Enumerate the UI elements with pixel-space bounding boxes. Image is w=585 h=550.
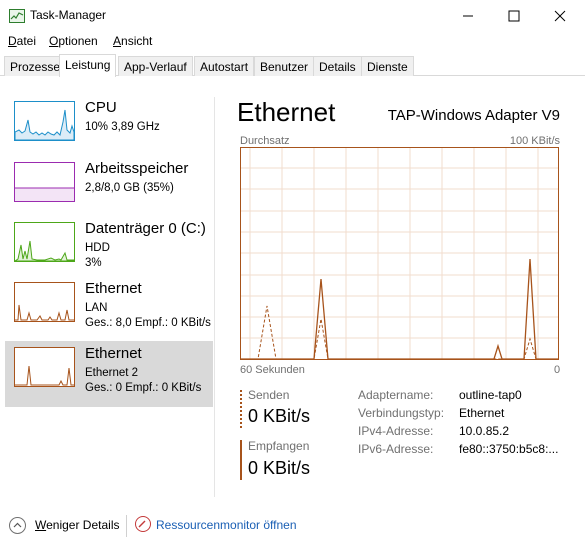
prop-key-ipv6: IPv6-Adresse: <box>358 442 434 456</box>
tab-strip: Prozesse Leistung App-Verlauf Autostart … <box>0 54 585 77</box>
sent-series-line <box>240 305 559 360</box>
send-indicator-bar <box>240 390 242 428</box>
menu-ansicht[interactable]: Ansicht <box>113 34 152 48</box>
send-label: Senden <box>248 388 290 402</box>
task-manager-app-icon <box>9 9 25 23</box>
tab-prozesse[interactable]: Prozesse <box>4 56 67 76</box>
receive-label: Empfangen <box>248 439 310 453</box>
sidebar-item-detail: 3% <box>85 257 102 269</box>
prop-value-verbindungstyp: Ethernet <box>459 406 505 420</box>
maximize-icon <box>508 10 520 22</box>
sidebar-item-detail: 2,8/8,0 GB (35%) <box>85 182 174 194</box>
received-series-line <box>240 258 559 360</box>
throughput-graph-svg <box>240 147 559 360</box>
sidebar-item-cpu[interactable]: CPU 10% 3,89 GHz <box>5 95 213 161</box>
cpu-thumbnail-graph <box>14 101 75 141</box>
send-value: 0 KBit/s <box>248 406 311 426</box>
throughput-label: Durchsatz <box>240 135 290 147</box>
minimize-button[interactable] <box>445 0 491 32</box>
throughput-graph <box>240 147 559 360</box>
sidebar-item-title: CPU <box>85 99 117 116</box>
window-title: Task-Manager <box>30 8 107 22</box>
sidebar-item-detail: Ethernet 2 <box>85 367 139 379</box>
memory-thumbnail-graph <box>14 162 75 202</box>
menu-bar: Datei Optionen Ansicht <box>0 32 585 52</box>
prop-value-adaptername: outline-tap0 <box>459 388 522 402</box>
footer-separator <box>126 515 127 537</box>
maximize-button[interactable] <box>491 0 537 32</box>
performance-panel: CPU 10% 3,89 GHz Arbeitsspeicher 2,8/8,0… <box>0 77 585 507</box>
prop-key-adaptername: Adaptername: <box>358 388 434 402</box>
adapter-name-heading: TAP-Windows Adapter V9 <box>387 107 560 124</box>
sidebar-divider <box>214 97 215 497</box>
sidebar-item-disk[interactable]: Datenträger 0 (C:) HDD 3% <box>5 216 213 282</box>
close-icon <box>554 10 566 22</box>
sidebar-item-ethernet-2[interactable]: Ethernet Ethernet 2 Ges.: 0 Empf.: 0 KBi… <box>5 341 213 407</box>
menu-optionen[interactable]: Optionen <box>49 34 98 48</box>
sidebar-item-detail: 10% 3,89 GHz <box>85 121 160 133</box>
receive-value: 0 KBit/s <box>248 458 311 478</box>
tab-leistung[interactable]: Leistung <box>59 54 117 77</box>
tab-dienste[interactable]: Dienste <box>361 56 414 76</box>
sidebar-item-title: Datenträger 0 (C:) <box>85 220 206 237</box>
tab-autostart[interactable]: Autostart <box>194 56 255 76</box>
fewer-details-button[interactable]: Weniger Details <box>35 518 119 532</box>
menu-datei[interactable]: Datei <box>8 34 36 48</box>
tab-benutzer[interactable]: Benutzer <box>254 56 315 76</box>
open-resource-monitor-link[interactable]: Ressourcenmonitor öffnen <box>156 518 297 532</box>
prop-key-ipv4: IPv4-Adresse: <box>358 424 434 438</box>
sidebar-item-detail: Ges.: 0 Empf.: 0 KBit/s <box>85 382 202 394</box>
title-bar: Task-Manager <box>0 0 585 32</box>
time-now-label: 0 <box>554 364 561 376</box>
tab-app-verlauf[interactable]: App-Verlauf <box>118 56 193 76</box>
sidebar-item-detail: HDD <box>85 242 110 254</box>
sidebar-item-detail: LAN <box>85 302 108 314</box>
resource-monitor-icon <box>135 516 151 532</box>
minimize-icon <box>463 15 473 17</box>
sidebar-item-title: Ethernet <box>85 280 142 297</box>
sidebar-item-title: Ethernet <box>85 345 142 362</box>
prop-value-ipv6: fe80::3750:b5c8:... <box>459 442 559 456</box>
close-button[interactable] <box>537 0 583 32</box>
sidebar-item-title: Arbeitsspeicher <box>85 160 189 177</box>
tab-details[interactable]: Details <box>313 56 362 76</box>
detail-title: Ethernet <box>237 97 336 127</box>
sidebar-item-ethernet-lan[interactable]: Ethernet LAN Ges.: 8,0 Empf.: 0 KBit/s <box>5 276 213 342</box>
ethernet-lan-thumbnail-graph <box>14 282 75 322</box>
graph-grid <box>240 147 559 360</box>
disk-thumbnail-graph <box>14 222 75 262</box>
chevron-up-icon[interactable] <box>9 517 26 534</box>
max-throughput-label: 100 KBit/s <box>509 135 560 147</box>
sidebar-item-memory[interactable]: Arbeitsspeicher 2,8/8,0 GB (35%) <box>5 156 213 222</box>
receive-indicator-bar <box>240 440 242 480</box>
prop-value-ipv4: 10.0.85.2 <box>459 424 510 438</box>
time-window-label: 60 Sekunden <box>240 364 305 376</box>
prop-key-verbindungstyp: Verbindungstyp: <box>358 406 445 420</box>
sidebar-item-detail: Ges.: 8,0 Empf.: 0 KBit/s <box>85 317 211 329</box>
ethernet-2-thumbnail-graph <box>14 347 75 387</box>
footer-bar: Weniger Details Ressourcenmonitor öffnen <box>0 507 585 545</box>
